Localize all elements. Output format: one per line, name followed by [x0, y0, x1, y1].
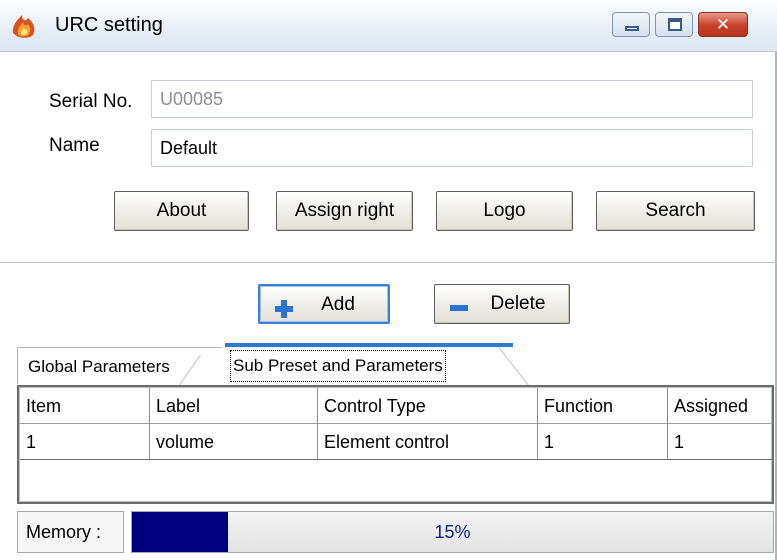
assign-right-button[interactable]: Assign right — [276, 191, 413, 231]
close-icon: ✕ — [715, 15, 731, 34]
minimize-icon — [625, 26, 639, 31]
plus-icon — [274, 295, 294, 318]
serial-no-label: Serial No. — [49, 91, 133, 112]
name-label: Name — [49, 135, 100, 156]
urc-setting-window: URC setting ✕ Serial No. U00085 Name Def… — [0, 0, 777, 560]
name-field[interactable]: Default — [151, 129, 753, 167]
column-header-assigned[interactable]: Assigned — [668, 388, 773, 424]
column-header-item[interactable]: Item — [20, 388, 150, 424]
tab-sub-preset-and-parameters[interactable]: Sub Preset and Parameters — [225, 343, 513, 386]
table-cell[interactable]: 1 — [538, 424, 668, 460]
table-cell[interactable]: Element control — [318, 424, 538, 460]
window-title: URC setting — [55, 14, 163, 36]
delete-button-label: Delete — [490, 293, 546, 314]
column-header-label[interactable]: Label — [150, 388, 318, 424]
add-button-label: Add — [321, 294, 355, 315]
table-body: Item Label Control Type Function Assigne… — [19, 387, 773, 502]
add-button[interactable]: Add — [258, 284, 390, 324]
tab-sub-preset-label: Sub Preset and Parameters — [230, 350, 446, 382]
table-row[interactable]: 1 volume Element control 1 1 — [20, 424, 773, 460]
close-button[interactable]: ✕ — [698, 12, 748, 37]
status-bar: Memory : 15% — [17, 511, 774, 553]
table-cell[interactable]: 1 — [20, 424, 150, 460]
maximize-icon — [668, 18, 682, 31]
search-button[interactable]: Search — [596, 191, 755, 231]
title-bar[interactable]: URC setting ✕ — [0, 0, 777, 52]
logo-button[interactable]: Logo — [436, 191, 573, 231]
about-button[interactable]: About — [114, 191, 249, 231]
parameters-table[interactable]: Item Label Control Type Function Assigne… — [17, 385, 774, 504]
memory-percent-text: 15% — [434, 522, 471, 542]
table-cell[interactable]: 1 — [668, 424, 773, 460]
column-header-control-type[interactable]: Control Type — [318, 388, 538, 424]
app-flame-icon — [10, 13, 38, 39]
table-cell[interactable]: volume — [150, 424, 318, 460]
memory-progress-bar: 15% — [131, 511, 774, 553]
memory-label: Memory : — [17, 511, 124, 553]
delete-button[interactable]: Delete — [434, 284, 570, 324]
serial-no-field[interactable]: U00085 — [151, 80, 753, 118]
section-divider — [0, 262, 777, 263]
minus-icon — [449, 294, 469, 314]
column-header-function[interactable]: Function — [538, 388, 668, 424]
tab-global-parameters-label: Global Parameters — [28, 357, 170, 376]
maximize-button[interactable] — [655, 12, 693, 37]
minimize-button[interactable] — [612, 12, 650, 37]
table-header: Item Label Control Type Function Assigne… — [20, 388, 773, 424]
